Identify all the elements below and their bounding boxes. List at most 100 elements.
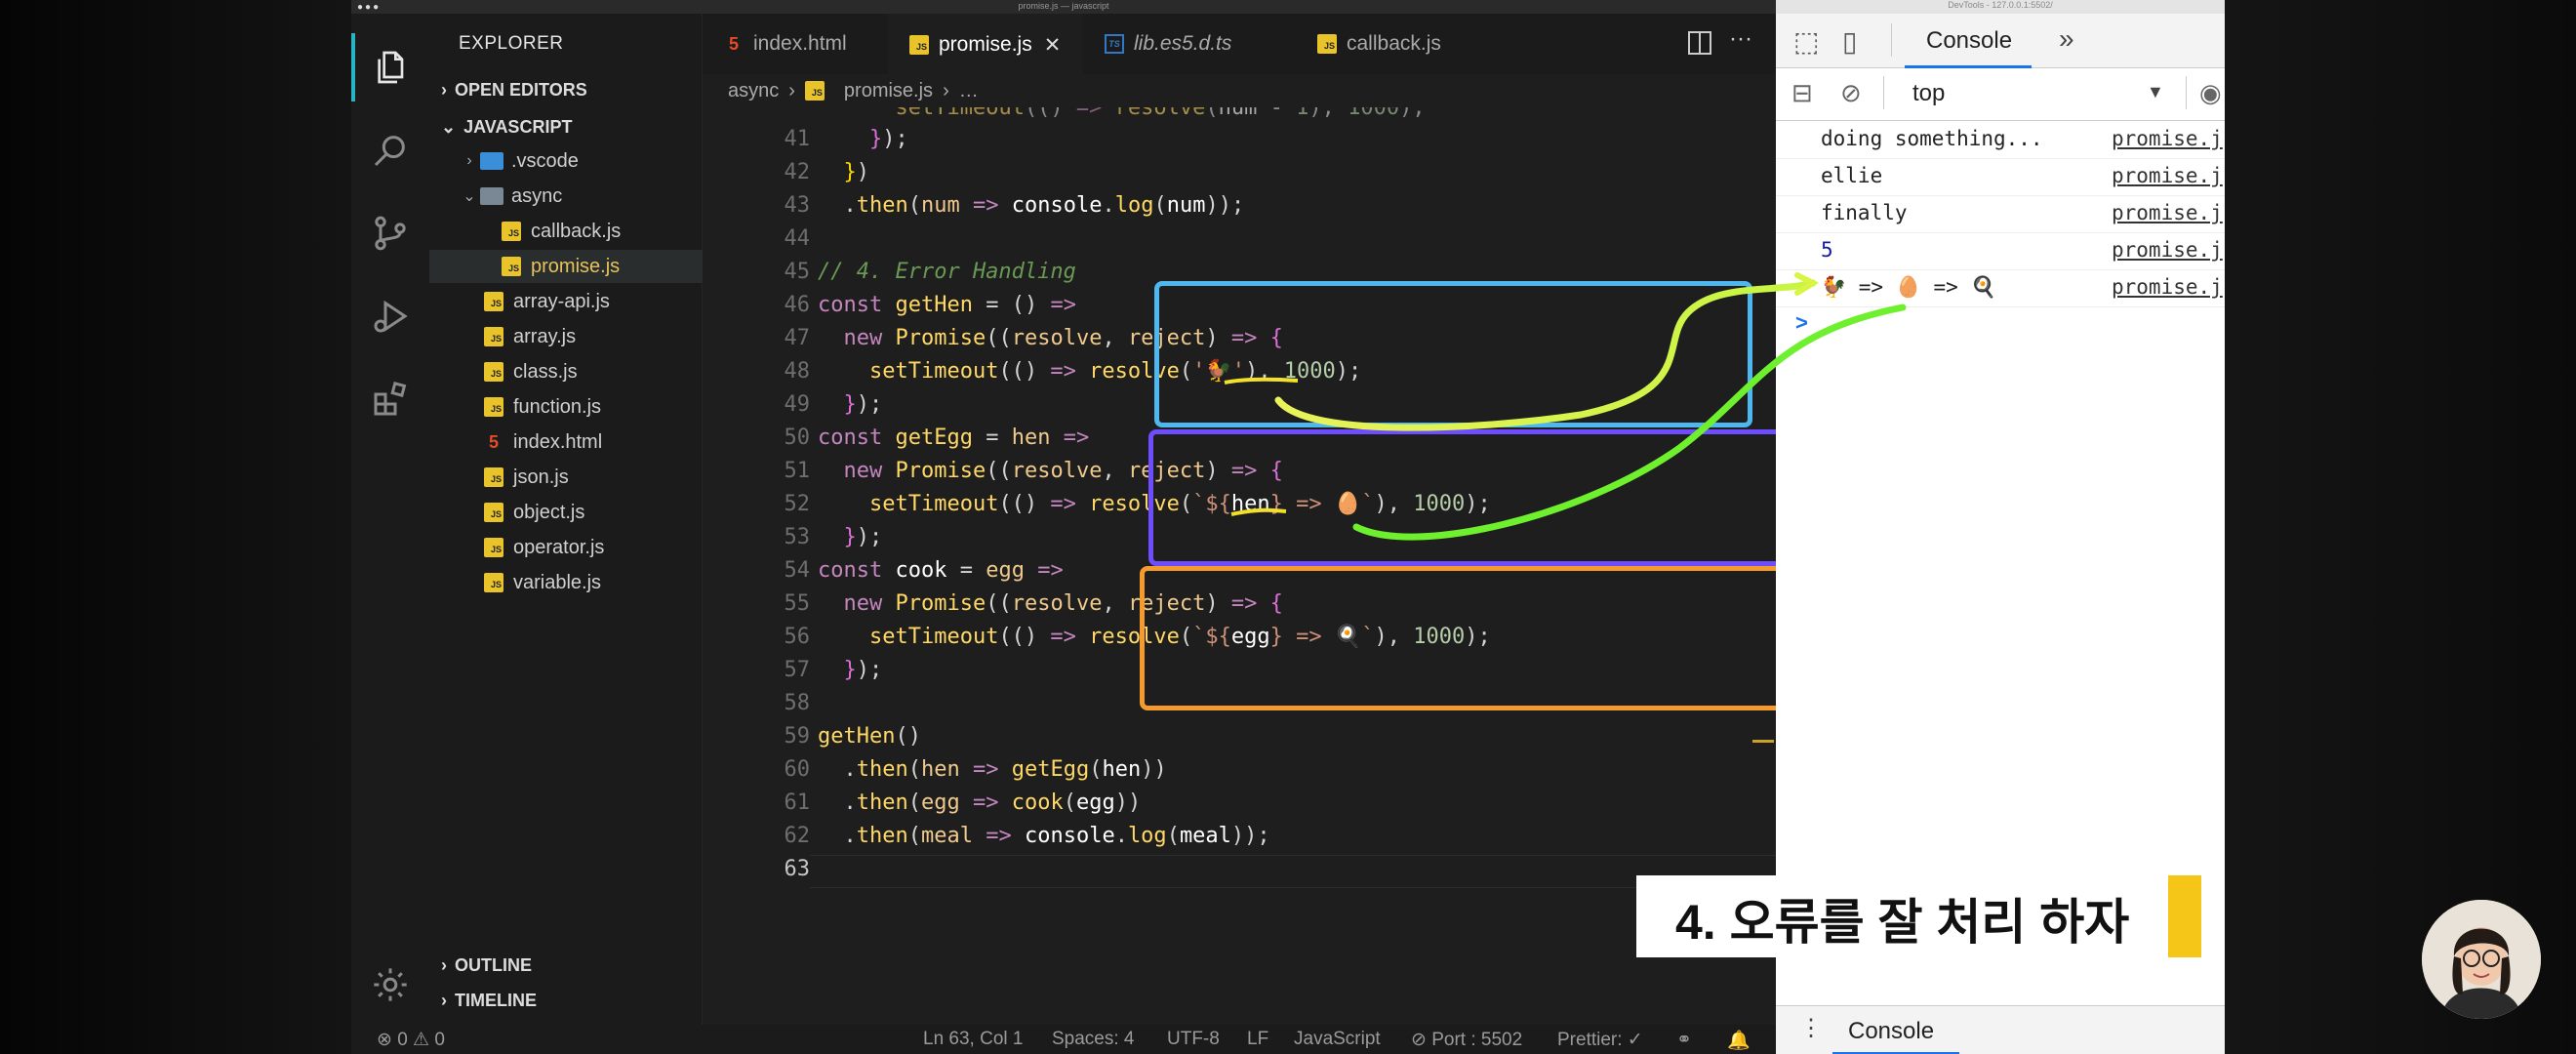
log-message: 5 [1821,238,1833,262]
chevron-right-icon: › [788,79,795,101]
explorer-icon[interactable] [351,33,429,101]
timeline-section[interactable]: › TIMELINE [441,991,537,1011]
chevron-right-icon: › [441,955,447,975]
caption-accent-bar [2168,875,2201,957]
line-number: 44 [784,226,811,251]
js-file-icon: JS [484,292,503,311]
js-file-icon: JS [502,222,521,241]
clear-console-icon[interactable]: ⊘ [1840,78,1862,108]
tree-item-json-js[interactable]: JS json.js [429,461,703,494]
line-number: 42 [784,160,811,184]
tab-index-html[interactable]: 5 index.html [703,14,888,74]
extensions-icon[interactable] [351,365,429,433]
sidebar-toggle-icon[interactable]: ⊟ [1791,78,1813,108]
console-log-row: 5 promise.j [1776,233,2225,270]
section-label: OUTLINE [455,955,532,975]
log-source-link[interactable]: promise.j [2112,127,2223,150]
console-prompt[interactable]: > [1795,310,1808,336]
more-tabs-icon[interactable]: » [2059,23,2074,55]
current-line-highlight [810,855,1776,888]
tab-callback-js[interactable]: JS callback.js [1278,14,1473,74]
tree-item-label: function.js [513,395,602,418]
tab-lib-es5-d-ts[interactable]: TS lib.es5.d.ts [1083,14,1278,74]
device-toggle-icon[interactable]: ▯ [1842,25,1857,58]
close-icon[interactable]: ✕ [1044,33,1062,58]
context-selector[interactable]: top [1912,80,1945,107]
log-source-link[interactable]: promise.j [2112,164,2223,187]
javascript-folder-section[interactable]: ⌄ JAVASCRIPT [441,117,572,138]
source-control-icon[interactable] [351,199,429,267]
tab-console[interactable]: Console [1905,14,2032,68]
problems-indicator[interactable]: ⊗ 0 ⚠ 0 [377,1029,445,1051]
caption-banner: 4. 오류를 잘 처리 하자 [1636,875,2202,957]
folder-icon [480,152,503,170]
log-source-link[interactable]: promise.j [2112,201,2223,224]
tree-item-promise-js[interactable]: JS promise.js [429,250,703,283]
highlight-box-getegg [1148,429,1776,566]
tree-item-function-js[interactable]: JS function.js [429,390,703,424]
tree-item-label: class.js [513,360,578,383]
devtools-toolbar: ⬚ ▯ Console » [1776,14,2225,68]
tree-item-object-js[interactable]: JS object.js [429,496,703,529]
log-source-link[interactable]: promise.j [2112,238,2223,262]
run-debug-icon[interactable] [351,282,429,350]
code-line: .then(meal => console.log(meal)); [818,824,1270,848]
line-number: 51 [784,459,811,483]
prettier-status[interactable]: Prettier: ✓ [1557,1029,1643,1051]
log-source-link[interactable]: promise.j [2112,275,2223,299]
live-server-port[interactable]: ⊘ Port : 5502 [1411,1029,1522,1051]
drawer-tab-console[interactable]: Console [1832,1006,1959,1054]
code-line: }) [843,160,870,184]
tree-item-array-api-js[interactable]: JS array-api.js [429,285,703,318]
tree-item-variable-js[interactable]: JS variable.js [429,566,703,599]
drawer-menu-icon[interactable]: ⋮ [1799,1014,1823,1042]
encoding[interactable]: UTF-8 [1167,1029,1220,1050]
tree-item-operator-js[interactable]: JS operator.js [429,531,703,564]
code-line: }); [843,525,883,549]
settings-gear-icon[interactable] [351,951,429,1019]
tab-promise-js[interactable]: JS promise.js ✕ [888,14,1083,74]
end-of-line[interactable]: LF [1247,1029,1268,1050]
tree-item-label: callback.js [531,220,622,242]
tab-label: index.html [753,32,847,55]
tree-item-callback-js[interactable]: JS callback.js [429,215,703,248]
feedback-icon[interactable]: ⚭ [1676,1029,1692,1051]
console-toolbar: ⊟ ⊘ top ▼ ◉ [1776,68,2225,121]
code-line: .then(hen => getEgg(hen)) [818,757,1167,782]
js-file-icon: JS [804,81,825,101]
eye-icon[interactable]: ◉ [2199,78,2222,108]
more-actions-icon[interactable]: ··· [1729,25,1752,53]
scroll-marker [1752,740,1774,743]
language-mode[interactable]: JavaScript [1294,1029,1381,1050]
code-line: const cook = egg => [818,558,1064,583]
vscode-window: ●●● promise.js — javascript EXPLORER › OP… [351,0,1776,1054]
breadcrumb-more[interactable]: … [959,80,979,102]
explorer-title: EXPLORER [459,33,564,54]
split-editor-icon[interactable] [1688,31,1711,55]
title-bar: ●●● promise.js — javascript [351,0,1776,14]
notifications-bell-icon[interactable]: 🔔 [1727,1029,1751,1052]
outline-section[interactable]: › OUTLINE [441,955,532,976]
breadcrumb: async › JS promise.js › … [703,74,1776,107]
open-editors-section[interactable]: › OPEN EDITORS [441,80,587,101]
cursor-position[interactable]: Ln 63, Col 1 [923,1029,1023,1050]
highlight-box-gethen [1154,281,1752,427]
line-number: 57 [784,658,811,682]
breadcrumb-file[interactable]: promise.js [844,80,933,102]
tree-item-vscode[interactable]: › .vscode [429,144,703,178]
tree-item-array-js[interactable]: JS array.js [429,320,703,353]
indentation[interactable]: Spaces: 4 [1052,1029,1135,1050]
dropdown-arrow-icon[interactable]: ▼ [2147,82,2164,102]
tree-item-label: operator.js [513,536,605,558]
section-label: TIMELINE [455,991,537,1010]
tree-item-index-html[interactable]: 5 index.html [429,426,703,459]
inspect-element-icon[interactable]: ⬚ [1793,25,1819,58]
tree-item-async[interactable]: ⌄ async [429,180,703,213]
log-message: finally [1821,201,1908,224]
html-file-icon: 5 [728,34,739,54]
search-icon[interactable] [351,116,429,184]
tree-item-class-js[interactable]: JS class.js [429,355,703,388]
breadcrumb-folder[interactable]: async [728,80,779,102]
section-label: OPEN EDITORS [455,80,587,100]
js-file-icon: JS [484,397,503,417]
